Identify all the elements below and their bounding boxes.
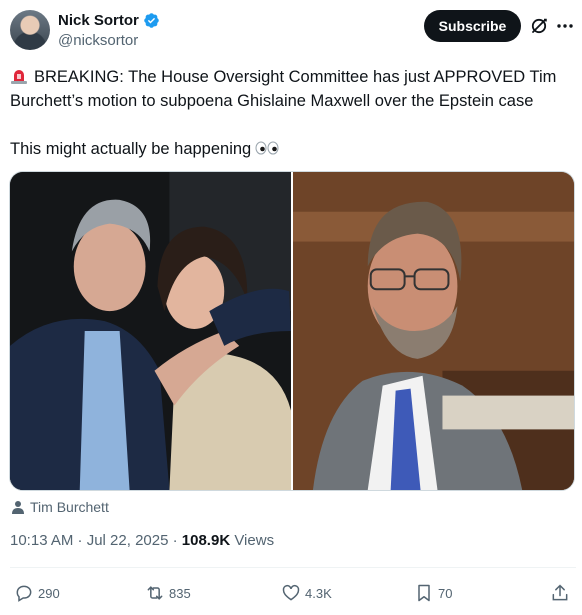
tweet-line-1: BREAKING: The House Oversight Committee … (10, 68, 561, 110)
author-handle[interactable]: @nicksortor (58, 32, 138, 49)
bookmark-button[interactable]: 70 (414, 583, 452, 603)
action-bar: 290 835 4.3K 70 (0, 580, 582, 610)
eyes-icon (255, 141, 279, 155)
views-count: 108.9K (181, 532, 231, 549)
bookmark-count: 70 (438, 585, 453, 601)
share-button[interactable] (550, 583, 570, 603)
timestamp[interactable]: 10:13 AM · Jul 22, 2025 (10, 532, 168, 549)
photo-right-illustration (293, 172, 574, 490)
like-button[interactable]: 4.3K (281, 583, 332, 603)
repost-icon (147, 586, 163, 600)
like-count: 4.3K (305, 585, 332, 601)
heart-icon (282, 584, 300, 601)
rotating-light-icon (11, 70, 27, 84)
grok-icon[interactable] (529, 16, 549, 36)
author-name-row: Nick Sortor (58, 12, 160, 29)
tweet-line-2: This might actually be happening (10, 140, 252, 158)
tweet-media[interactable] (9, 171, 575, 491)
views-label: Views (234, 532, 275, 549)
repost-count: 835 (169, 585, 191, 601)
divider (10, 567, 576, 568)
reply-count: 290 (38, 585, 60, 601)
person-icon (12, 501, 24, 514)
photo-left-illustration (10, 172, 291, 490)
avatar[interactable] (10, 10, 50, 50)
photo-left[interactable] (10, 172, 291, 490)
meta-separator: · (172, 532, 178, 549)
reply-icon (16, 585, 32, 602)
repost-button[interactable]: 835 (145, 583, 191, 603)
tagged-people[interactable]: Tim Burchett (12, 499, 109, 515)
tagged-person-name[interactable]: Tim Burchett (30, 499, 109, 515)
tweet-text-line-1: BREAKING: The House Oversight Committee … (10, 65, 570, 113)
share-icon (552, 584, 568, 601)
author-display-name[interactable]: Nick Sortor (58, 12, 139, 29)
reply-button[interactable]: 290 (14, 583, 60, 603)
more-icon[interactable] (555, 16, 575, 36)
verified-badge-icon (144, 13, 159, 28)
tweet-text-line-2: This might actually be happening (10, 137, 570, 161)
tweet-header: Nick Sortor @nicksortor Subscribe (10, 8, 576, 52)
tweet-text: BREAKING: The House Oversight Committee … (10, 65, 570, 161)
subscribe-button[interactable]: Subscribe (424, 10, 521, 42)
tweet-meta: 10:13 AM · Jul 22, 2025 · 108.9K Views (10, 532, 274, 549)
photo-right[interactable] (293, 172, 574, 490)
bookmark-icon (418, 584, 430, 602)
